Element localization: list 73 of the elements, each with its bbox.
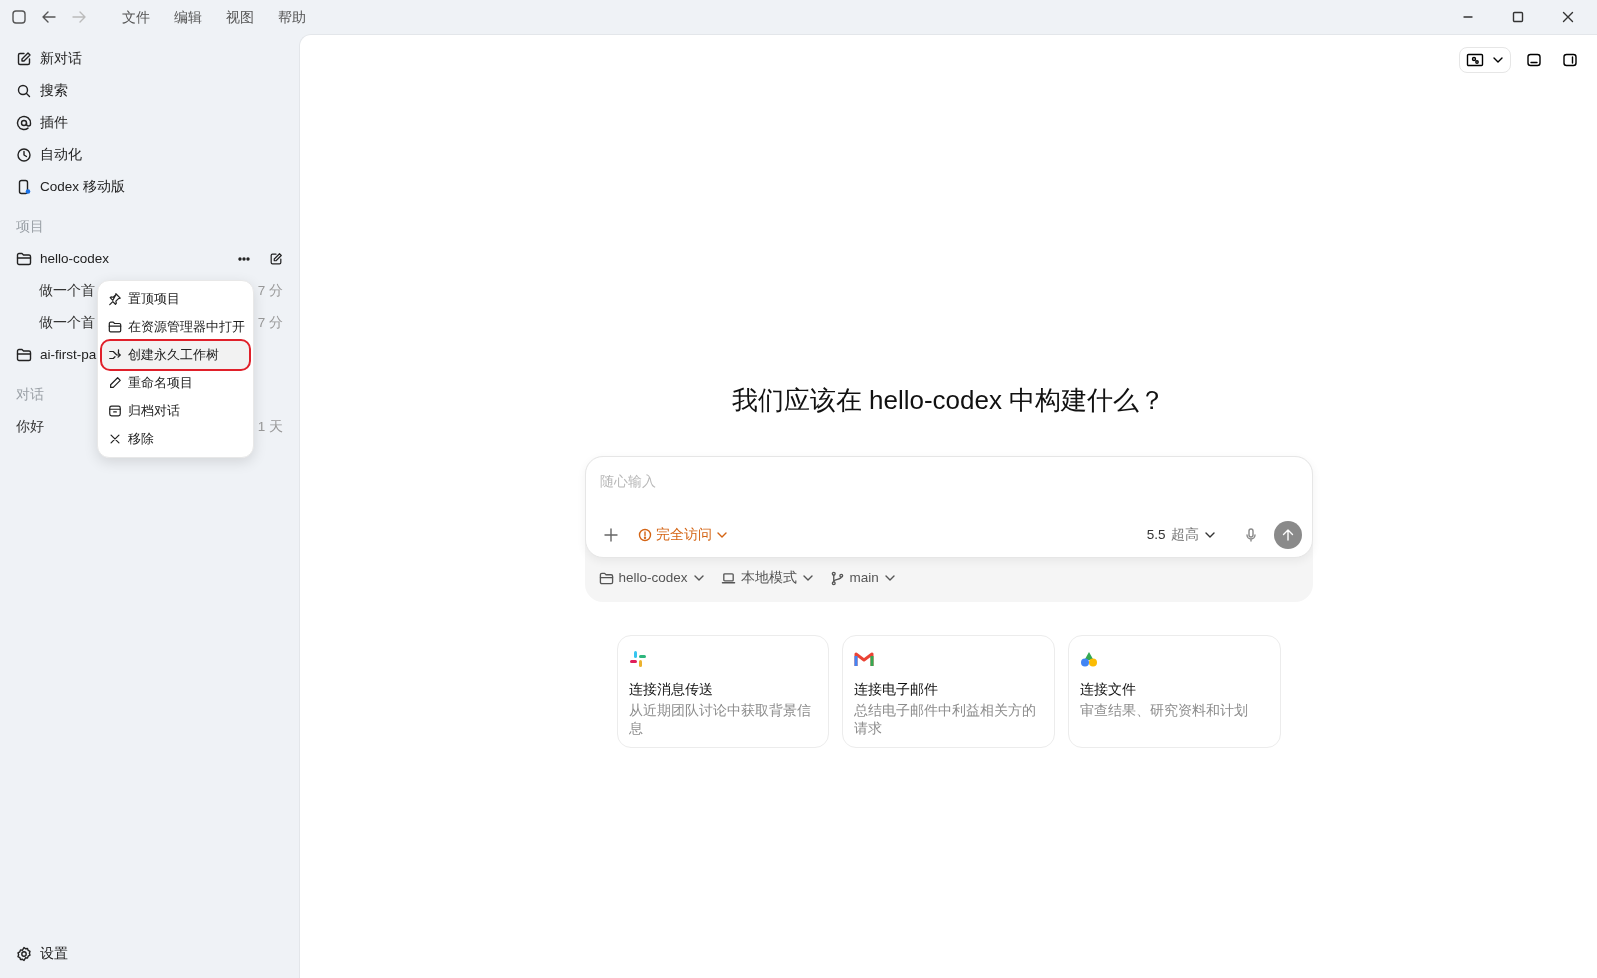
effort-level: 超高 xyxy=(1170,525,1199,544)
view-dropdown[interactable] xyxy=(1459,47,1511,73)
new-chat-icon xyxy=(269,252,283,267)
sidebar-item[interactable]: 插件 xyxy=(8,107,291,139)
envelope-letter-icon xyxy=(854,650,875,667)
alert-icon xyxy=(637,528,652,542)
close-icon xyxy=(1562,11,1574,23)
sidebar-toggle-icon xyxy=(10,8,28,26)
at-sign-icon xyxy=(16,115,32,131)
plus-icon xyxy=(602,527,619,543)
maximize-icon xyxy=(1512,11,1524,23)
triangle-logo-icon xyxy=(1079,650,1098,667)
close-icon xyxy=(108,432,122,446)
clock-icon xyxy=(16,147,32,163)
side-panel-icon xyxy=(1562,52,1578,68)
chat-time: 1 天 xyxy=(257,418,283,437)
folder-icon xyxy=(108,320,122,334)
pin-icon xyxy=(108,292,122,306)
search-icon xyxy=(16,83,32,99)
model-version: 5.5 xyxy=(1146,525,1166,544)
menu-item[interactable]: 创建永久工作树 xyxy=(102,341,249,369)
connector-card[interactable]: 连接文件 审查结果、研究资料和计划 xyxy=(1067,635,1281,749)
access-dropdown[interactable]: 完全访问 xyxy=(633,522,732,548)
context-dropdown[interactable]: hello-codex xyxy=(598,568,705,589)
menu-item[interactable]: 归档对话 xyxy=(102,397,249,425)
phone-icon xyxy=(16,179,32,195)
sidebar-item[interactable]: 自动化 xyxy=(8,139,291,171)
thread-title[interactable]: 做一个首 xyxy=(39,281,95,302)
menu-item[interactable]: 置顶项目 xyxy=(102,285,249,313)
sidebar-item[interactable]: 搜索 xyxy=(8,75,291,107)
menu-item[interactable]: 在资源管理器中打开 xyxy=(102,313,249,341)
folder-icon xyxy=(16,347,32,364)
section-heading: 项目 xyxy=(15,218,45,236)
card-description: 审查结果、研究资料和计划 xyxy=(1079,701,1249,720)
connector-card[interactable]: 连接电子邮件 总结电子邮件中利益相关方的请求 xyxy=(842,635,1055,749)
hash-logo-icon xyxy=(628,649,647,668)
menu-item[interactable]: 重命名项目 xyxy=(102,369,249,397)
card-description: 从近期团队讨论中获取背景信息 xyxy=(628,701,812,738)
send-button[interactable] xyxy=(1273,521,1302,549)
bottom-panel-icon xyxy=(1526,52,1542,68)
card-title: 连接消息传送 xyxy=(628,679,714,699)
menu-item[interactable]: 移除 xyxy=(102,425,249,453)
image-icon xyxy=(1466,52,1484,68)
project-item[interactable]: hello-codex xyxy=(8,243,291,276)
context-dropdown[interactable]: 本地模式 xyxy=(720,568,814,589)
menu-item[interactable]: 帮助 xyxy=(268,4,316,30)
sidebar-item[interactable]: 新对话 xyxy=(8,43,291,75)
card-title: 连接电子邮件 xyxy=(854,679,940,699)
thread-time: 7 分 xyxy=(257,282,283,301)
archive-icon xyxy=(108,404,122,418)
menu-item[interactable]: 编辑 xyxy=(164,4,212,30)
page-heading: 我们应该在 hello-codex 中构建什么？ xyxy=(730,384,1167,417)
branch-icon xyxy=(829,570,845,586)
connector-card[interactable]: 连接消息传送 从近期团队讨论中获取背景信息 xyxy=(616,635,830,749)
section-heading: 对话 xyxy=(15,386,45,405)
card-title: 连接文件 xyxy=(1079,679,1137,699)
pencil-icon xyxy=(108,376,122,390)
menu-item[interactable]: 文件 xyxy=(112,4,160,30)
laptop-icon xyxy=(720,570,736,586)
menu-item[interactable]: 视图 xyxy=(216,4,264,30)
chat-title[interactable]: 你好 xyxy=(16,417,44,438)
branch-icon xyxy=(108,348,122,362)
settings-icon xyxy=(16,946,32,962)
thread-time: 7 分 xyxy=(257,314,283,333)
folder-icon xyxy=(598,570,614,586)
model-dropdown[interactable]: 5.5 超高 xyxy=(1142,522,1220,548)
settings-button[interactable]: 设置 xyxy=(8,938,291,970)
sidebar-item[interactable]: Codex 移动版 xyxy=(8,171,291,203)
context-dropdown[interactable]: main xyxy=(829,568,896,589)
new-chat-icon xyxy=(16,51,32,67)
card-description: 总结电子邮件中利益相关方的请求 xyxy=(854,701,1038,738)
folder-icon xyxy=(16,251,32,268)
thread-title[interactable]: 做一个首 xyxy=(39,313,95,334)
